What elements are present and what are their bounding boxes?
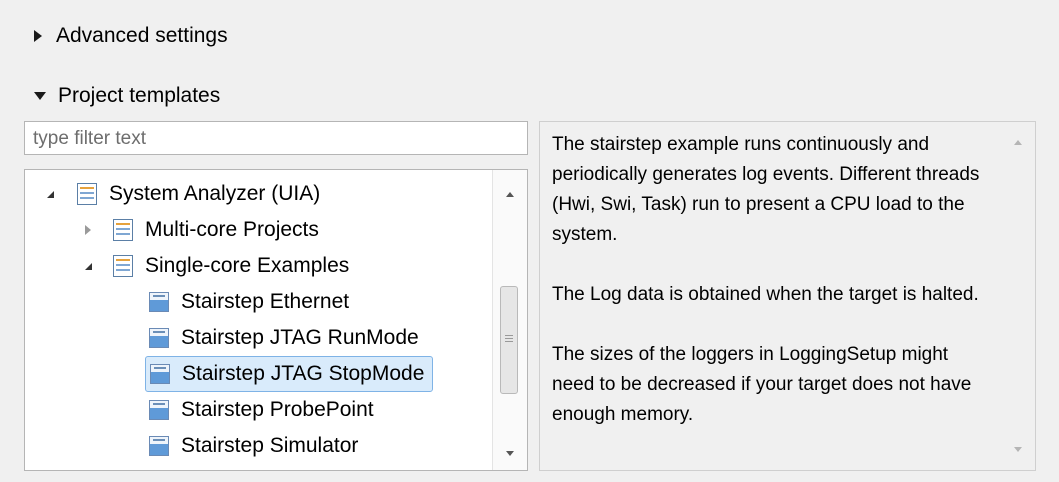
- project-folder-icon: [77, 183, 97, 205]
- scroll-down-icon[interactable]: [506, 451, 514, 456]
- project-templates-label: Project templates: [58, 84, 221, 107]
- tree-item-label: Stairstep Ethernet: [181, 290, 350, 313]
- example-template-icon: [149, 400, 169, 420]
- advanced-settings-toggle[interactable]: Advanced settings: [34, 24, 228, 48]
- tree-item-label: Multi-core Projects: [145, 218, 319, 241]
- scroll-down-icon[interactable]: [1014, 447, 1022, 452]
- description-scrollbar[interactable]: [1001, 122, 1035, 470]
- tree-item-stairstep-probepoint[interactable]: Stairstep ProbePoint: [149, 392, 374, 428]
- tree-item-stairstep-jtag-stopmode[interactable]: Stairstep JTAG StopMode: [145, 356, 434, 392]
- grip-icon: [505, 335, 513, 336]
- scrollbar-thumb[interactable]: [500, 286, 518, 394]
- tree-item-label: Stairstep Simulator: [181, 434, 359, 457]
- scroll-up-icon[interactable]: [1014, 140, 1022, 145]
- tree-item-label: Single-core Examples: [145, 254, 350, 277]
- example-template-icon: [149, 436, 169, 456]
- advanced-settings-label: Advanced settings: [56, 24, 228, 47]
- tree-item-multi-core[interactable]: Multi-core Projects: [85, 212, 319, 248]
- template-description-panel: The stairstep example runs continuously …: [539, 121, 1036, 471]
- example-template-icon: [150, 364, 170, 384]
- expand-closed-icon[interactable]: [85, 225, 91, 235]
- tree-item-stairstep-simulator[interactable]: Stairstep Simulator: [149, 428, 358, 464]
- tree-item-label: Stairstep JTAG RunMode: [181, 326, 419, 349]
- project-folder-icon: [113, 219, 133, 241]
- tree-item-single-core[interactable]: Single-core Examples: [85, 248, 349, 284]
- expanded-triangle-icon: [34, 92, 46, 100]
- project-templates-toggle[interactable]: Project templates: [34, 84, 220, 108]
- template-tree: System Analyzer (UIA) Multi-core Project…: [24, 169, 528, 471]
- description-paragraph: The sizes of the loggers in LoggingSetup…: [552, 344, 972, 425]
- tree-item-stairstep-jtag-runmode[interactable]: Stairstep JTAG RunMode: [149, 320, 419, 356]
- tree-item-label: System Analyzer (UIA): [109, 182, 321, 205]
- tree-item-label: Stairstep ProbePoint: [181, 398, 374, 421]
- scroll-up-icon[interactable]: [506, 192, 514, 197]
- tree-item-system-analyzer[interactable]: System Analyzer (UIA): [47, 176, 320, 212]
- expand-open-icon[interactable]: [47, 191, 54, 198]
- example-template-icon: [149, 292, 169, 312]
- tree-scrollbar[interactable]: [492, 170, 527, 470]
- tree-item-stairstep-ethernet[interactable]: Stairstep Ethernet: [149, 284, 349, 320]
- tree-item-label: Stairstep JTAG StopMode: [182, 362, 425, 385]
- project-folder-icon: [113, 255, 133, 277]
- example-template-icon: [149, 328, 169, 348]
- description-paragraph: The Log data is obtained when the target…: [552, 284, 979, 305]
- expand-open-icon[interactable]: [85, 263, 92, 270]
- filter-input[interactable]: type filter text: [24, 121, 528, 155]
- collapsed-triangle-icon: [34, 30, 42, 42]
- description-paragraph: The stairstep example runs continuously …: [552, 134, 980, 245]
